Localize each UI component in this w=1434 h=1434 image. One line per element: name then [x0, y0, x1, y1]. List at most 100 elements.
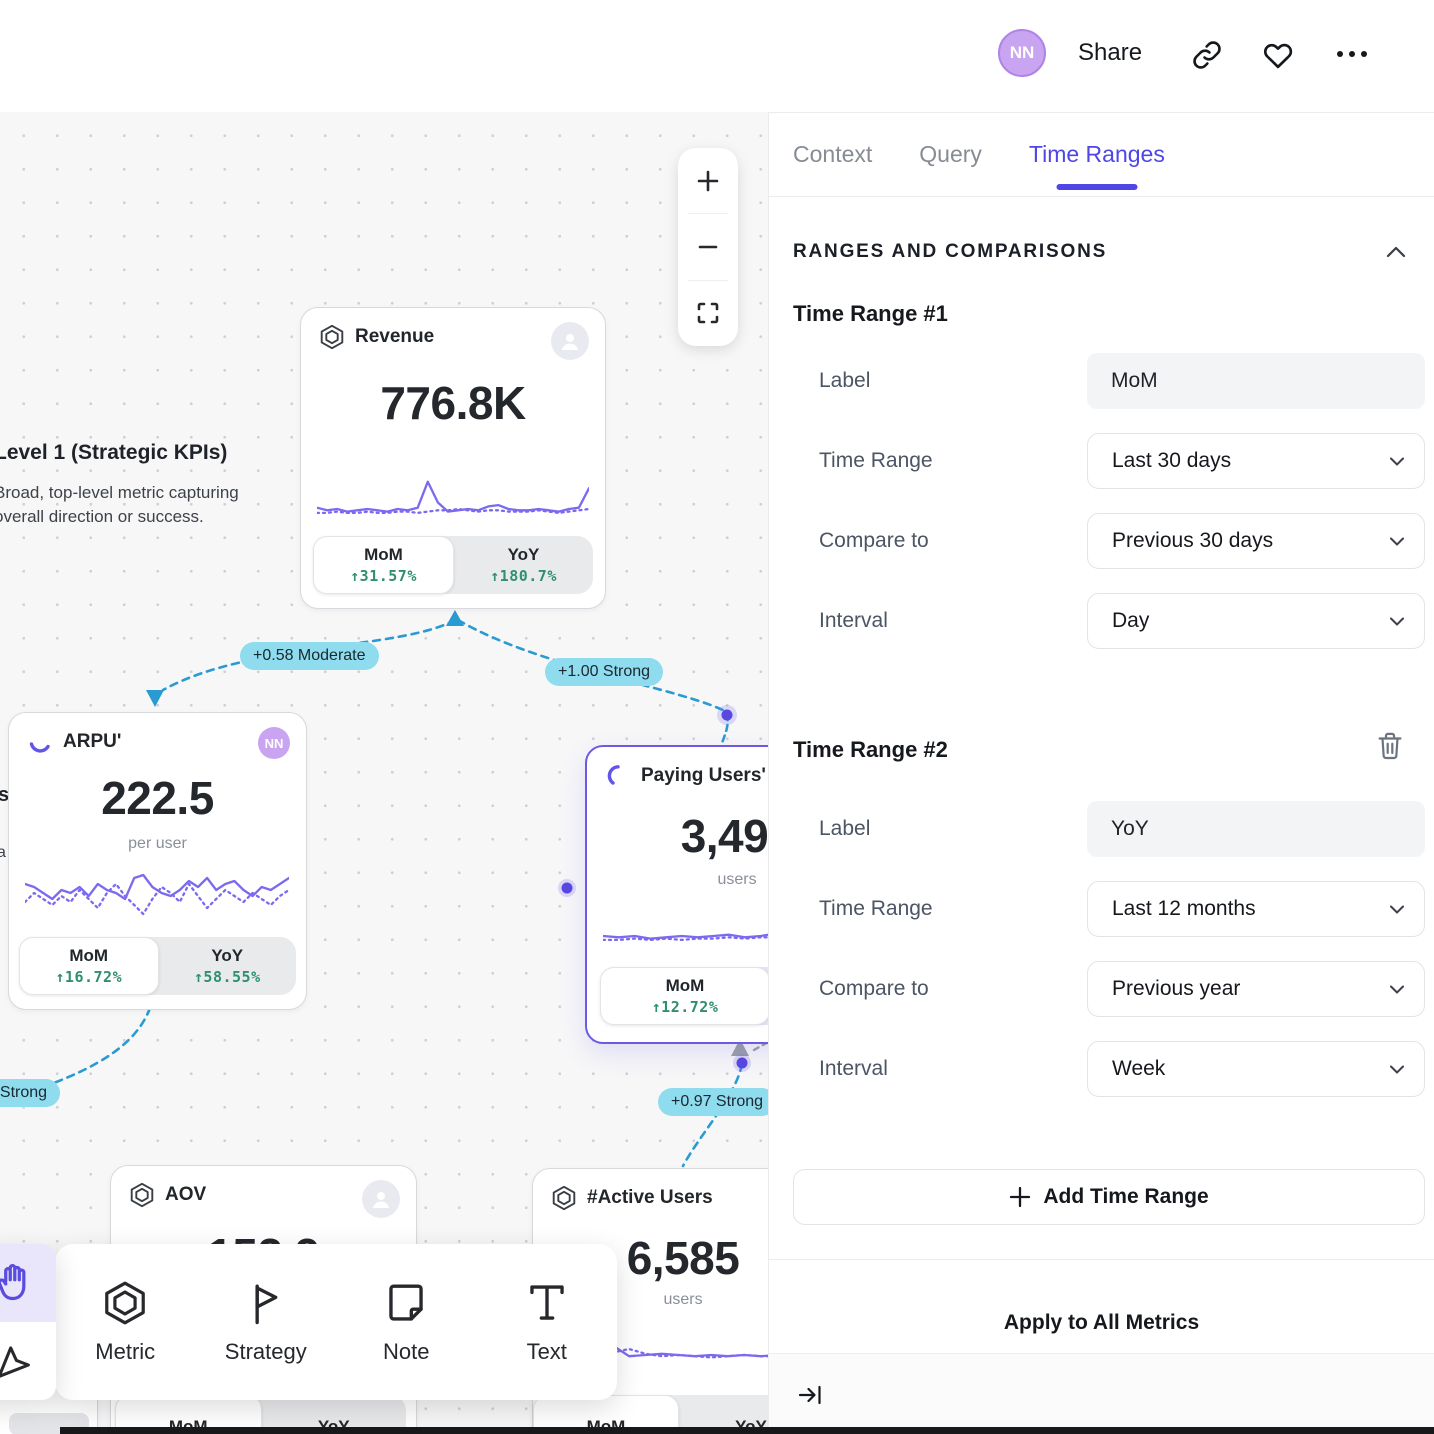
time-range-select[interactable]: Last 12 months [1087, 881, 1425, 937]
tab-query[interactable]: Query [919, 113, 982, 197]
flag-icon [243, 1280, 289, 1326]
card-title: ARPU' [63, 731, 121, 753]
card-title: Revenue [355, 326, 434, 348]
panel-footer [769, 1353, 1434, 1434]
metric-value: 222.5 [9, 771, 306, 825]
trash-icon [1376, 731, 1404, 761]
owner-avatar[interactable] [551, 322, 589, 360]
screen-edge-bar [60, 1427, 1434, 1434]
heart-icon [1262, 40, 1294, 70]
metric-icon [129, 1182, 155, 1208]
inspector-panel: Context Query Time Ranges RANGES AND COM… [768, 112, 1434, 1434]
share-button[interactable]: Share [1078, 39, 1142, 67]
chevron-down-icon [1390, 537, 1404, 546]
section-title: RANGES AND COMPARISONS [793, 241, 1107, 263]
field-label: Time Range [793, 449, 933, 473]
zoom-out-button[interactable] [678, 214, 738, 279]
compare-to-select[interactable]: Previous 30 days [1087, 513, 1425, 569]
interval-select[interactable]: Week [1087, 1041, 1425, 1097]
chevron-down-icon [1390, 457, 1404, 466]
select-tool-button[interactable] [0, 1322, 56, 1400]
field-label: Label [793, 369, 870, 393]
chevron-down-icon [1390, 905, 1404, 914]
chip-mom[interactable]: MoM ↑16.72% [19, 937, 159, 995]
chip-mom[interactable]: MoM ↑31.57% [313, 536, 454, 594]
collapse-panel-button[interactable] [797, 1382, 823, 1408]
field-label: Interval [793, 1057, 888, 1081]
chevron-down-icon [1390, 617, 1404, 626]
metrics-tree-app: +0.58 Moderate +1.00 Strong +0.66 Strong… [0, 0, 1434, 1434]
card-title: #Active Users [587, 1187, 713, 1209]
comparison-toggle: MoM ↑16.72% YoY ↑58.55% [19, 937, 296, 995]
compare-to-select[interactable]: Previous year [1087, 961, 1425, 1017]
owner-avatar[interactable] [362, 1180, 400, 1218]
level-note-line2: overall direction or success. [0, 507, 204, 527]
comparison-toggle: MoM ↑31.57% YoY ↑180.7% [313, 536, 593, 594]
card-title: AOV [165, 1184, 206, 1206]
text-icon [524, 1280, 570, 1326]
chevron-down-icon [1390, 1065, 1404, 1074]
field-label: Interval [793, 609, 888, 633]
metric-value: 776.8K [301, 376, 605, 430]
field-label: Time Range [793, 897, 933, 921]
zoom-controls [678, 148, 738, 346]
label-input[interactable]: MoM [1087, 353, 1425, 409]
tool-text[interactable]: Text [477, 1244, 618, 1400]
hand-tool-button[interactable] [0, 1244, 56, 1322]
correlation-badge[interactable]: +0.66 Strong [0, 1079, 60, 1107]
collaborator-avatar[interactable]: NN [258, 727, 290, 759]
level-note-title: Level 1 (Strategic KPIs) [0, 441, 227, 465]
chip-yoy[interactable]: YoY ↑180.7% [454, 536, 593, 594]
delete-time-range-button[interactable] [1376, 731, 1404, 761]
zoom-in-button[interactable] [678, 148, 738, 213]
favorite-button[interactable] [1262, 40, 1294, 70]
loading-spinner-icon [27, 729, 53, 755]
level-note-line1: Broad, top-level metric capturing [0, 483, 239, 503]
canvas-toolbar: Metric Strategy Note Text [55, 1244, 617, 1400]
more-options-button[interactable] [1334, 44, 1370, 64]
chip-mom[interactable]: MoM ↑12.72% [600, 967, 770, 1025]
sparkline-chart [25, 863, 289, 923]
correlation-badge[interactable]: +0.97 Strong [658, 1088, 776, 1116]
loading-spinner-icon [605, 763, 631, 789]
time-range-1-title: Time Range #1 [793, 301, 948, 327]
apply-to-all-metrics-button[interactable]: Apply to All Metrics [769, 1311, 1434, 1335]
link-icon [1192, 40, 1222, 70]
correlation-badge[interactable]: +0.58 Moderate [240, 642, 379, 670]
hand-icon [0, 1262, 34, 1304]
metric-card-arpu[interactable]: ARPU' NN 222.5 per user MoM ↑16.72% YoY … [8, 712, 307, 1010]
divider [769, 1259, 1434, 1260]
metric-icon [319, 324, 345, 350]
ellipsis-icon [1334, 44, 1370, 64]
time-range-select[interactable]: Last 30 days [1087, 433, 1425, 489]
metric-card-revenue[interactable]: Revenue 776.8K MoM ↑31.57% YoY ↑180.7% [300, 307, 606, 609]
tool-note[interactable]: Note [336, 1244, 477, 1400]
tool-strategy[interactable]: Strategy [196, 1244, 337, 1400]
chip-yoy[interactable]: YoY ↑58.55% [159, 937, 297, 995]
add-time-range-button[interactable]: Add Time Range [793, 1169, 1425, 1225]
tab-time-ranges[interactable]: Time Ranges [1029, 113, 1165, 197]
fit-view-button[interactable] [678, 281, 738, 346]
collapse-chevron-up-icon[interactable] [1386, 246, 1406, 258]
field-label: Compare to [793, 977, 929, 1001]
metric-unit: per user [9, 835, 306, 853]
arrow-to-bar-icon [797, 1382, 823, 1408]
panel-tabs: Context Query Time Ranges [769, 113, 1434, 197]
tool-metric[interactable]: Metric [55, 1244, 196, 1400]
label-input[interactable]: YoY [1087, 801, 1425, 857]
interval-select[interactable]: Day [1087, 593, 1425, 649]
time-range-2-title: Time Range #2 [793, 737, 948, 763]
cursor-icon [0, 1341, 33, 1381]
field-label: Label [793, 817, 870, 841]
sparkline-chart [317, 470, 589, 522]
card-title: Paying Users' [641, 765, 766, 787]
chevron-down-icon [1390, 985, 1404, 994]
user-avatar[interactable]: NN [998, 29, 1046, 77]
correlation-badge[interactable]: +1.00 Strong [545, 658, 663, 686]
app-header: NN Share [0, 0, 1434, 112]
plus-icon [1009, 1186, 1031, 1208]
note-icon [383, 1280, 429, 1326]
copy-link-button[interactable] [1192, 40, 1222, 70]
tab-context[interactable]: Context [793, 113, 872, 197]
metric-tool-icon [102, 1280, 148, 1326]
